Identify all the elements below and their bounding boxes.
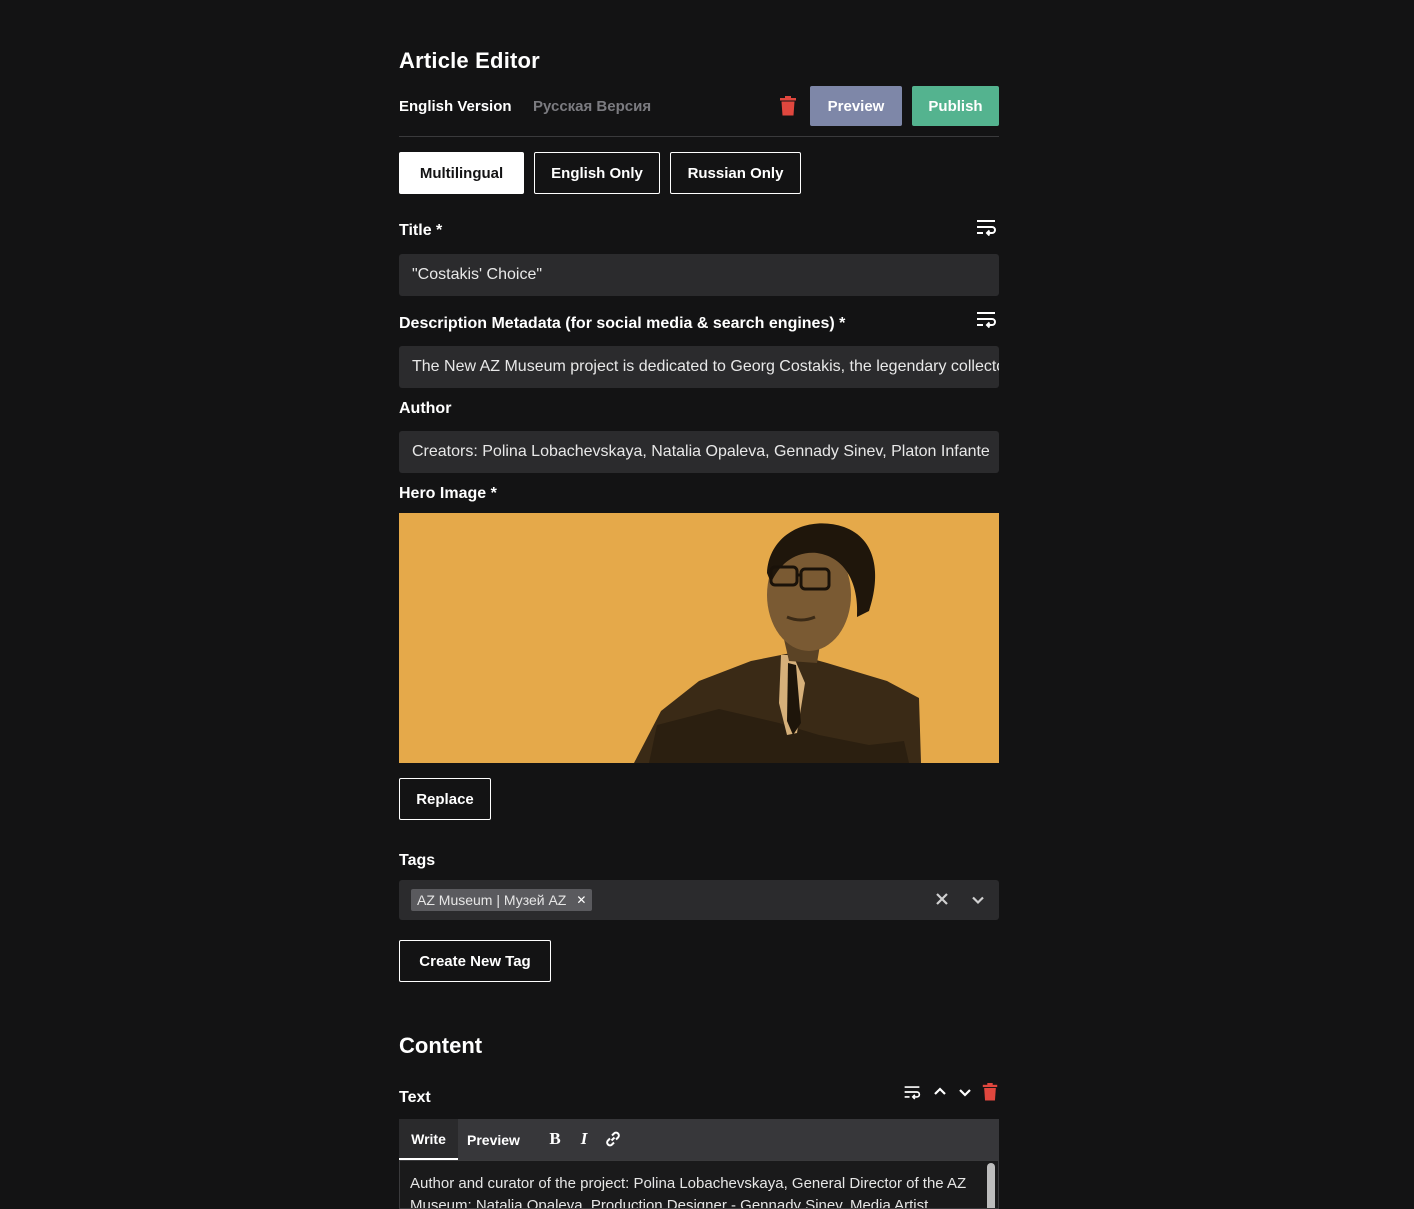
article-editor: Article Editor English Version Русская В…: [399, 0, 999, 1209]
title-input[interactable]: "Costakis' Choice": [399, 254, 999, 296]
tab-preview[interactable]: Preview: [467, 1119, 520, 1160]
tags-select[interactable]: AZ Museum | Музей AZ ✕: [399, 880, 999, 920]
chevron-down-icon[interactable]: [971, 893, 985, 907]
tab-write[interactable]: Write: [399, 1119, 458, 1160]
text-block-label: Text: [399, 1089, 431, 1106]
content-text: Author and curator of the project: Polin…: [410, 1175, 967, 1209]
trash-icon[interactable]: [779, 96, 797, 116]
mode-multilingual-button[interactable]: Multilingual: [399, 152, 524, 194]
remove-tag-icon[interactable]: ✕: [576, 893, 586, 907]
mode-english-only-button[interactable]: English Only: [534, 152, 660, 194]
delete-block-icon[interactable]: [981, 1083, 999, 1101]
preview-button[interactable]: Preview: [810, 86, 902, 126]
hero-image: [399, 513, 999, 763]
tab-english-version[interactable]: English Version: [399, 98, 512, 115]
create-new-tag-button[interactable]: Create New Tag: [399, 940, 551, 982]
editor-toolbar: Write Preview B I: [399, 1119, 999, 1160]
tags-label: Tags: [399, 852, 436, 869]
description-input[interactable]: The New AZ Museum project is dedicated t…: [399, 346, 999, 388]
clear-icon[interactable]: [935, 892, 949, 906]
italic-button[interactable]: I: [575, 1129, 593, 1149]
tab-russian-version[interactable]: Русская Версия: [533, 98, 651, 115]
language-tabs: English Version Русская Версия Preview P…: [399, 86, 999, 137]
content-textarea[interactable]: Author and curator of the project: Polin…: [399, 1160, 999, 1209]
move-down-icon[interactable]: [956, 1083, 974, 1101]
hero-portrait: [399, 513, 999, 763]
replace-image-button[interactable]: Replace: [399, 778, 491, 820]
author-label: Author: [399, 400, 452, 417]
mode-russian-only-button[interactable]: Russian Only: [670, 152, 801, 194]
wrap-text-icon[interactable]: [975, 310, 997, 328]
scrollbar[interactable]: [987, 1163, 995, 1208]
publish-button[interactable]: Publish: [912, 86, 999, 126]
wrap-text-icon[interactable]: [975, 218, 997, 236]
content-heading: Content: [399, 1033, 483, 1058]
page-title: Article Editor: [399, 48, 540, 73]
link-icon[interactable]: [604, 1129, 622, 1149]
author-input[interactable]: Creators: Polina Lobachevskaya, Natalia …: [399, 431, 999, 473]
description-label: Description Metadata (for social media &…: [399, 315, 846, 332]
hero-image-label: Hero Image *: [399, 485, 497, 502]
wrap-text-icon[interactable]: [903, 1083, 921, 1101]
title-label: Title *: [399, 222, 443, 239]
tag-chip: AZ Museum | Музей AZ ✕: [411, 889, 593, 911]
bold-button[interactable]: B: [546, 1129, 564, 1149]
tag-chip-label: AZ Museum | Музей AZ: [417, 892, 567, 908]
move-up-icon[interactable]: [931, 1083, 949, 1101]
